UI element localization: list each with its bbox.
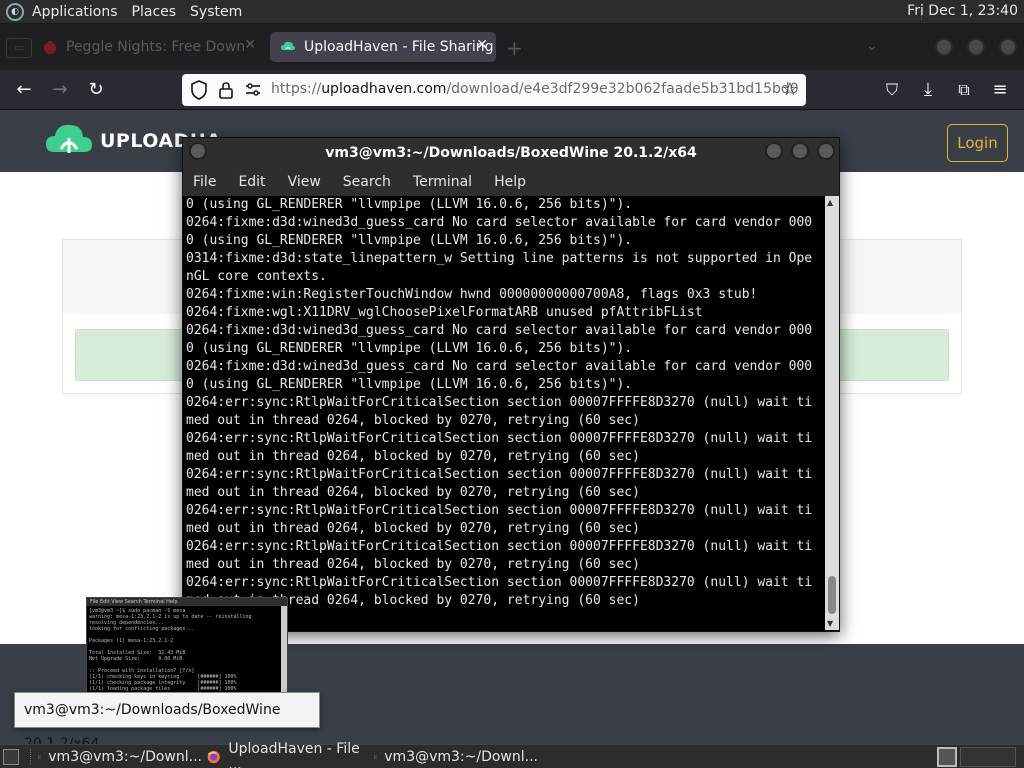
new-tab-icon[interactable]: + — [506, 36, 523, 60]
close-window-icon[interactable] — [999, 38, 1017, 56]
terminal-line: med out in thread 0264, blocked by 0270,… — [186, 449, 640, 464]
menu-view[interactable]: View — [288, 174, 321, 190]
preview-menubar: File Edit View Search Terminal Help — [87, 598, 287, 606]
maximize-icon[interactable] — [791, 142, 809, 160]
workspace-switcher-2[interactable] — [960, 747, 1016, 767]
back-icon[interactable]: ← — [12, 78, 36, 102]
close-window-icon[interactable] — [817, 142, 835, 160]
terminal-line: 0 (using GL_RENDERER "llvmpipe (LLVM 16.… — [186, 341, 633, 356]
terminal-line: 0264:err:sync:RtlpWaitForCriticalSection… — [186, 503, 813, 518]
url-host: uploadhaven.com — [321, 81, 447, 97]
close-tab-icon[interactable]: ✕ — [244, 37, 256, 53]
minimize-icon[interactable] — [935, 38, 953, 56]
taskbar-item-label: vm3@vm3:~/Downl... — [48, 749, 202, 765]
terminal-icon — [38, 755, 42, 759]
url-scheme: https:// — [271, 81, 322, 97]
taskbar-separator — [30, 749, 33, 765]
browser-tab-bar: ▭ Peggle Nights: Free Down ✕ UploadHaven… — [0, 24, 1024, 70]
shield-icon[interactable] — [190, 80, 208, 100]
forward-icon[interactable]: → — [48, 78, 72, 102]
menu-edit[interactable]: Edit — [238, 174, 265, 190]
url-path: /download/e4e3df299e32b062faade5b31bd15b… — [446, 81, 799, 97]
clock[interactable]: Fri Dec 1, 23:40 — [907, 3, 1018, 19]
scroll-thumb[interactable] — [828, 576, 836, 614]
top-panel: ◐ Applications Places System Fri Dec 1, … — [0, 0, 1024, 24]
preview-output: [vm3@vm3 ~]$ sudo pacman -S mesa warning:… — [89, 608, 279, 703]
menu-terminal[interactable]: Terminal — [413, 174, 472, 190]
pocket-icon[interactable]: ⛉ — [880, 78, 904, 102]
terminal-line: 0314:fixme:d3d:state_linepattern_w Setti… — [186, 251, 813, 266]
taskbar-item-label: vm3@vm3:~/Downl... — [384, 749, 538, 765]
terminal-line: 0264:err:sync:RtlpWaitForCriticalSection… — [186, 575, 813, 590]
terminal-line: med out in thread 0264, blocked by 0270,… — [186, 521, 640, 536]
lock-icon[interactable] — [218, 81, 234, 99]
taskbar-item-label: UploadHaven - File ... — [228, 741, 360, 768]
firefox-icon — [207, 750, 220, 764]
tab-title: UploadHaven - File Sharing — [304, 39, 494, 55]
applications-menu[interactable]: Applications — [32, 4, 118, 20]
terminal-line: nGL core contexts. — [186, 269, 327, 284]
terminal-line: 0264:err:sync:RtlpWaitForCriticalSection… — [186, 395, 813, 410]
terminal-line: med out in thread 0264, blocked by 0270,… — [186, 485, 640, 500]
menu-file[interactable]: File — [193, 174, 216, 190]
show-desktop-icon[interactable] — [3, 749, 19, 765]
menu-icon[interactable]: ≡ — [988, 78, 1012, 102]
terminal-line: 0264:fixme:d3d:wined3d_guess_card No car… — [186, 215, 813, 230]
terminal-line: 0264:fixme:wgl:X11DRV_wglChoosePixelForm… — [186, 305, 703, 320]
bookmark-star-icon[interactable]: ☆ — [782, 79, 798, 100]
terminal-title: vm3@vm3:~/Downloads/BoxedWine 20.1.2/x64 — [325, 145, 697, 161]
terminal-line: med out in thread 0264, blocked by 0270,… — [186, 557, 640, 572]
login-button[interactable]: Login — [947, 124, 1008, 162]
minimize-icon[interactable] — [765, 142, 783, 160]
terminal-line: 0264:fixme:d3d:wined3d_guess_card No car… — [186, 323, 813, 338]
taskbar-item-terminal-2[interactable]: vm3@vm3:~/Downl... — [374, 747, 538, 767]
places-menu[interactable]: Places — [132, 4, 177, 20]
terminal-window[interactable]: vm3@vm3:~/Downloads/BoxedWine 20.1.2/x64… — [182, 137, 840, 632]
tab-overview-icon[interactable]: ▭ — [6, 38, 32, 58]
taskbar-item-firefox[interactable]: UploadHaven - File ... — [206, 741, 372, 768]
terminal-line: 0264:err:sync:RtlpWaitForCriticalSection… — [186, 467, 813, 482]
terminal-line: 0 (using GL_RENDERER "llvmpipe (LLVM 16.… — [186, 377, 633, 392]
terminal-output[interactable]: 0 (using GL_RENDERER "llvmpipe (LLVM 16.… — [185, 196, 825, 630]
uploadhaven-icon — [281, 41, 295, 50]
system-menu[interactable]: System — [190, 4, 242, 20]
terminal-line: 0264:fixme:win:RegisterTouchWindow hwnd … — [186, 287, 758, 302]
permissions-icon[interactable] — [244, 82, 262, 98]
peggle-icon — [44, 41, 56, 54]
bottom-taskbar: vm3@vm3:~/Downl... UploadHaven - File ..… — [0, 741, 1024, 768]
terminal-line: 0264:fixme:d3d:wined3d_guess_card No car… — [186, 359, 813, 374]
tab-list-icon[interactable]: ⌄ — [866, 38, 878, 54]
reload-icon[interactable]: ↻ — [84, 78, 108, 102]
downloads-icon[interactable]: ⤓ — [916, 78, 940, 102]
window-preview-thumbnail[interactable]: File Edit View Search Terminal Help [vm3… — [86, 597, 288, 707]
terminal-line: 0264:err:sync:RtlpWaitForCriticalSection… — [186, 539, 813, 554]
taskbar-item-terminal[interactable]: vm3@vm3:~/Downl... — [38, 747, 202, 767]
terminal-titlebar[interactable]: vm3@vm3:~/Downloads/BoxedWine 20.1.2/x64 — [183, 138, 839, 168]
terminal-line: 0 (using GL_RENDERER "llvmpipe (LLVM 16.… — [186, 197, 633, 212]
extensions-icon[interactable]: ⧉ — [952, 78, 976, 102]
window-tooltip: vm3@vm3:~/Downloads/BoxedWine 20.1.2/x64 — [14, 692, 320, 752]
close-tab-icon[interactable]: ✕ — [476, 37, 488, 53]
terminal-icon — [374, 755, 378, 759]
terminal-line: 0264:err:sync:RtlpWaitForCriticalSection… — [186, 431, 813, 446]
menu-search[interactable]: Search — [343, 174, 391, 190]
url-bar[interactable]: https://uploadhaven.com/download/e4e3df2… — [182, 74, 806, 106]
preview-scrollbar — [281, 606, 287, 706]
menu-help[interactable]: Help — [494, 174, 526, 190]
terminal-scrollbar[interactable]: ▲ ▼ — [825, 196, 839, 630]
tab-title: Peggle Nights: Free Down — [66, 39, 246, 55]
terminal-menubar: File Edit View Search Terminal Help — [183, 168, 839, 196]
terminal-line: med out in thread 0264, blocked by 0270,… — [186, 413, 640, 428]
scroll-up-icon[interactable]: ▲ — [827, 198, 833, 207]
tab-peggle[interactable]: Peggle Nights: Free Down ✕ — [42, 32, 264, 62]
distro-logo-icon[interactable]: ◐ — [6, 2, 24, 21]
uploadhaven-logo-icon[interactable] — [46, 120, 92, 160]
maximize-icon[interactable] — [967, 38, 985, 56]
url-text[interactable]: https://uploadhaven.com/download/e4e3df2… — [271, 81, 799, 97]
terminal-line: 0 (using GL_RENDERER "llvmpipe (LLVM 16.… — [186, 233, 633, 248]
scroll-down-icon[interactable]: ▼ — [827, 619, 833, 628]
navigation-bar: ← → ↻ https://uploadhaven.com/download/e… — [0, 70, 1024, 110]
tab-uploadhaven[interactable]: UploadHaven - File Sharing ✕ — [270, 32, 496, 62]
workspace-switcher-1[interactable] — [937, 747, 957, 767]
